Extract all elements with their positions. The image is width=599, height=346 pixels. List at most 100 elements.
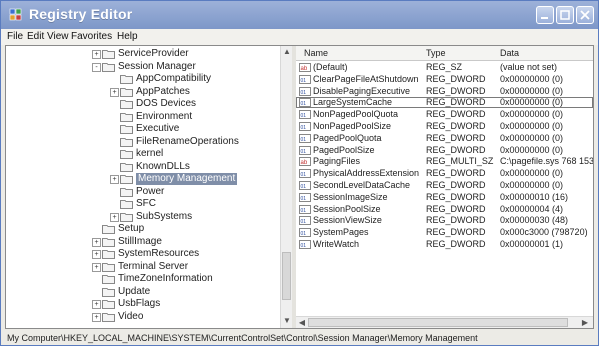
scroll-thumb[interactable] [282,252,291,300]
tree-item[interactable]: - Session Manager [6,61,280,74]
value-row[interactable]: ab (Default) REG_SZ (value not set) [296,62,593,73]
menu-help[interactable]: Help [117,31,138,42]
close-button[interactable] [576,6,594,24]
tree-item[interactable]: KnownDLLs [6,161,280,174]
value-name: PagedPoolQuota [313,132,382,143]
value-row[interactable]: 01 NonPagedPoolQuota REG_DWORD 0x00000000 (… [296,109,593,120]
svg-text:01: 01 [301,78,307,84]
value-row[interactable]: 01 PhysicalAddressExtension REG_DWORD 0x000… [296,168,593,179]
value-row[interactable]: 01 PagedPoolSize REG_DWORD 0x00000000 (0) [296,145,593,156]
value-row[interactable]: 01 DisablePagingExecutive REG_DWORD 0x00000… [296,86,593,97]
scroll-left-icon[interactable]: ◀ [297,318,307,328]
tree-item[interactable]: TimeZoneInformation [6,273,280,286]
registry-tree[interactable]: + ServiceProvider - Session Manager AppCompa… [6,46,292,328]
expand-icon[interactable]: + [92,237,101,247]
expand-icon[interactable]: + [92,250,101,259]
status-bar: My Computer\HKEY_LOCAL_MACHINE\SYSTEM\Cu… [1,331,598,345]
menu-edit[interactable]: Edit [27,31,44,42]
value-row[interactable]: 01 SessionViewSize REG_DWORD 0x00000030 (48… [296,215,593,226]
value-row[interactable]: 01 PagedPoolQuota REG_DWORD 0x00000000 (0) [296,133,593,144]
value-name: SessionPoolSize [313,203,381,214]
value-row[interactable]: 01 NonPagedPoolSize REG_DWORD 0x00000000 (0… [296,121,593,132]
tree-item[interactable]: FileRenameOperations [6,136,280,149]
tree-item[interactable]: AppCompatibility [6,73,280,86]
tree-item[interactable]: + Memory Management [6,173,280,186]
tree-scrollbar[interactable]: ▲ ▼ [280,46,292,328]
value-row[interactable]: ab PagingFiles REG_MULTI_SZ C:\pagefile.sys… [296,156,593,167]
title-bar[interactable]: Registry Editor [1,1,598,29]
binary-value-icon: 01 [299,74,311,84]
binary-value-icon: 01 [299,169,311,178]
value-row[interactable]: 01 ClearPageFileAtShutdown REG_DWORD 0x0000… [296,74,593,85]
value-type: REG_DWORD [426,109,486,120]
expand-icon[interactable]: + [92,300,101,309]
tree-item[interactable]: SFC [6,198,280,211]
tree-item-label: StillImage [118,235,162,247]
minimize-button[interactable] [536,6,554,24]
tree-item[interactable]: DOS Devices [6,98,280,111]
menu-file[interactable]: File [7,31,23,42]
value-type: REG_DWORD [426,97,486,108]
value-name: NonPagedPoolQuota [313,109,399,120]
tree-item-label: kernel [136,148,164,159]
tree-item[interactable]: kernel [6,148,280,161]
expand-icon[interactable]: + [92,50,101,59]
folder-icon [120,187,133,197]
menu-view[interactable]: View [47,31,69,42]
string-value-icon: ab [299,157,311,166]
value-row[interactable]: 01 SecondLevelDataCache REG_DWORD 0x0000000… [296,180,593,191]
expand-icon[interactable]: + [110,175,119,184]
expand-icon[interactable]: + [92,262,101,272]
value-type: REG_DWORD [426,168,486,179]
tree-item-label: KnownDLLs [136,160,190,172]
value-data: 0x00000000 (0) [500,85,564,96]
tree-item[interactable]: + SystemResources [6,248,280,261]
column-type[interactable]: Type [426,48,446,58]
main-content: + ServiceProvider - Session Manager AppCompa… [5,45,594,329]
tree-item[interactable]: + Terminal Server [6,261,280,274]
expand-icon[interactable]: + [92,312,101,322]
collapse-icon[interactable]: - [92,62,101,72]
expand-icon[interactable]: + [110,212,119,222]
tree-item[interactable]: Update [6,286,280,299]
tree-item[interactable]: + Video [6,311,280,324]
expand-icon[interactable]: + [110,87,119,97]
tree-item[interactable]: + AppPatches [6,86,280,99]
menu-favorites[interactable]: Favorites [71,31,112,42]
scroll-up-icon[interactable]: ▲ [282,47,292,57]
scroll-right-icon[interactable]: ▶ [580,318,590,328]
tree-item[interactable]: Environment [6,111,280,124]
close-icon [580,10,590,20]
value-data: 0x00000000 (0) [500,180,564,190]
tree-item-label: SystemResources [118,248,200,259]
values-hscrollbar[interactable]: ◀ ▶ [296,316,593,328]
folder-icon [120,112,133,122]
column-data[interactable]: Data [500,48,519,58]
value-row[interactable]: 01 SessionImageSize REG_DWORD 0x00000010 (1… [296,192,593,203]
folder-icon [120,162,133,172]
tree-item[interactable]: Executive [6,123,280,136]
maximize-button[interactable] [556,6,574,24]
tree-item[interactable]: + UsbFlags [6,298,280,311]
column-name[interactable]: Name [304,48,328,58]
tree-item[interactable]: Setup [6,223,280,236]
tree-item[interactable]: + ServiceProvider [6,48,280,61]
svg-text:01: 01 [301,101,307,107]
scroll-down-icon[interactable]: ▼ [282,316,292,326]
tree-item-label: FileRenameOperations [136,135,239,147]
tree-item-label: Power [136,185,165,197]
values-list[interactable]: Name Type Data ab (Default) REG_SZ (value n… [296,46,593,328]
folder-icon [102,300,115,309]
svg-text:01: 01 [301,137,307,143]
folder-icon [120,175,133,184]
minimize-icon [541,17,548,19]
tree-item[interactable]: Power [6,186,280,199]
tree-item[interactable]: + StillImage [6,236,280,249]
value-row[interactable]: 01 WriteWatch REG_DWORD 0x00000001 (1) [296,239,593,250]
value-row[interactable]: 01 LargeSystemCache REG_DWORD 0x00000000 (0… [296,97,593,109]
tree-item[interactable]: + SubSystems [6,211,280,224]
binary-value-icon: 01 [299,110,311,119]
value-row[interactable]: 01 SystemPages REG_DWORD 0x000c3000 (798720… [296,227,593,238]
hscroll-thumb[interactable] [308,318,568,327]
value-row[interactable]: 01 SessionPoolSize REG_DWORD 0x00000004 (4) [296,204,593,215]
